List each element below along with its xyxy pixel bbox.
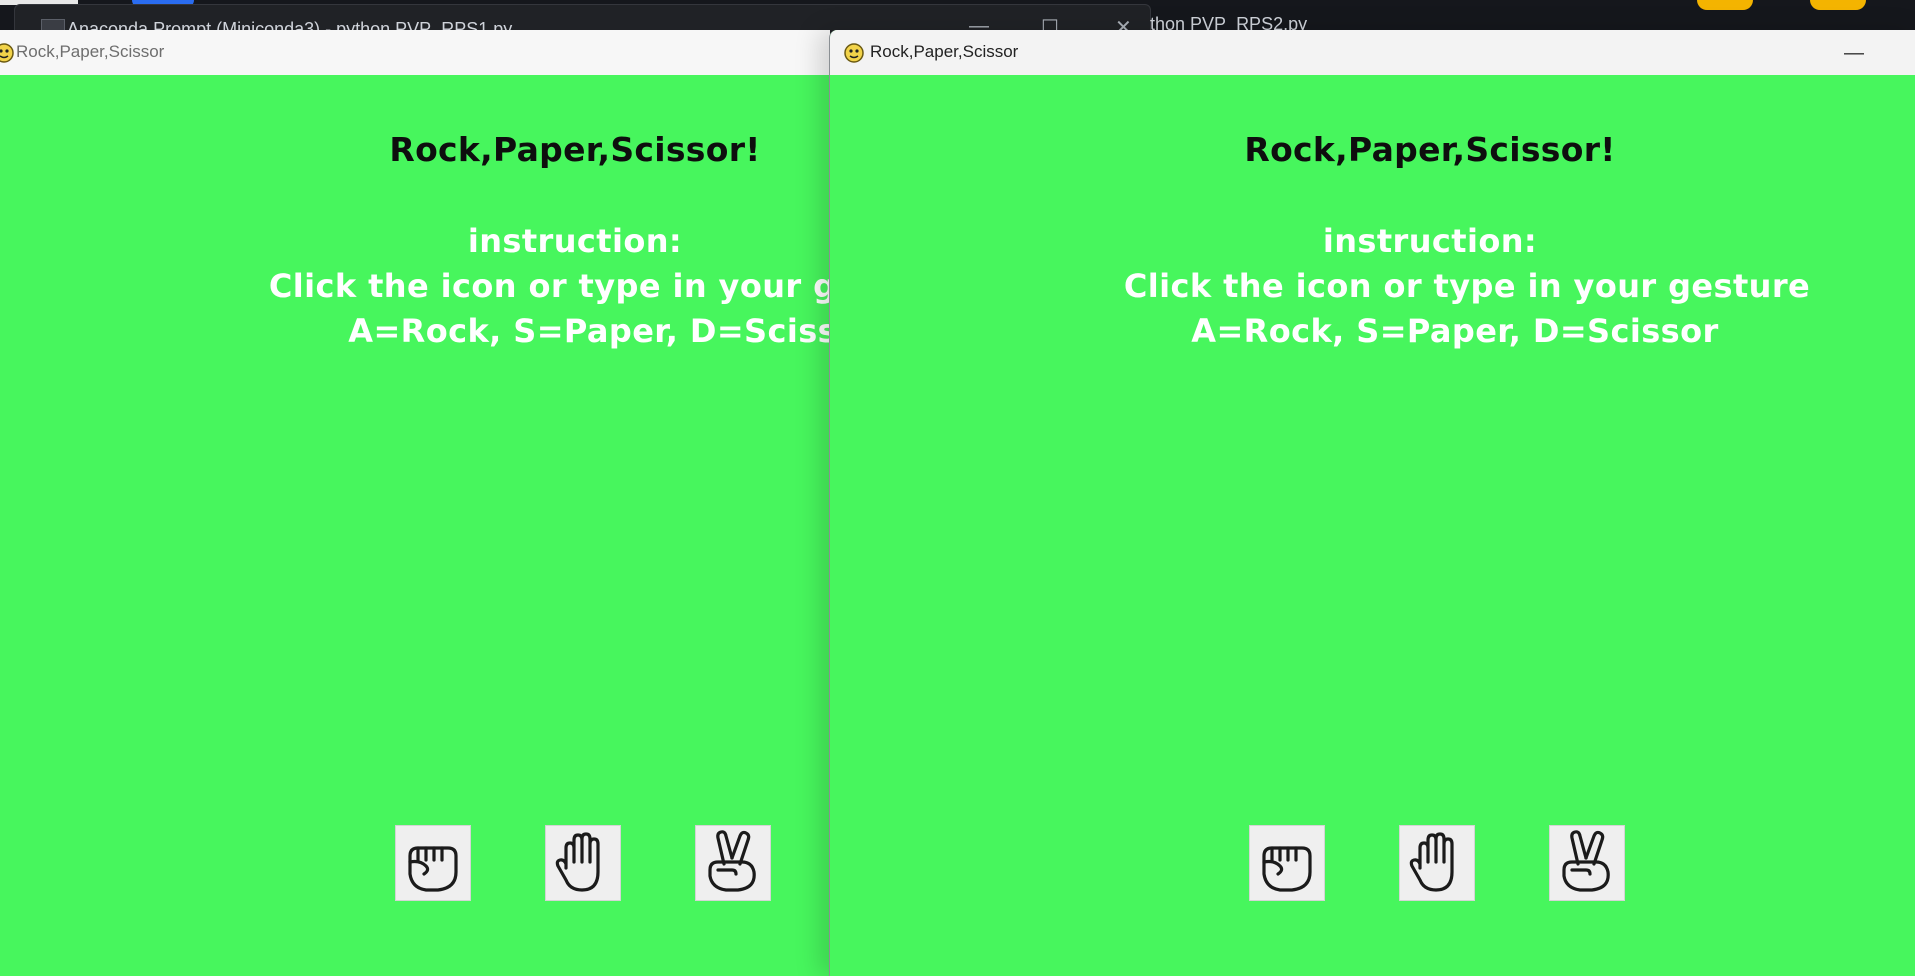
game-window-player1[interactable]: Rock,Paper,Scissor Rock,Paper,Scissor! i… [0,30,830,976]
window-title: Rock,Paper,Scissor [16,42,165,61]
rock-icon [408,846,458,892]
scissor-button[interactable] [1549,825,1625,901]
rock-button[interactable] [395,825,471,901]
window-title: Rock,Paper,Scissor [870,42,1019,61]
instruction-label: instruction: [1322,222,1538,260]
scissor-icon [1562,830,1610,892]
instruction-line-2: A=Rock, S=Paper, D=Scissor [1191,312,1719,350]
folder-icon [1697,0,1753,10]
rock-button[interactable] [1249,825,1325,901]
scissor-button[interactable] [695,825,771,901]
minimize-button[interactable]: — [1834,38,1874,68]
paper-button[interactable] [545,825,621,901]
instruction-label: instruction: [467,222,683,260]
game-window-player2[interactable]: Rock,Paper,Scissor — Rock,Paper,Scissor!… [829,30,1915,976]
folder-icon [1810,0,1866,10]
instruction-line-1: Click the icon or type in your gesture [268,267,830,305]
paper-icon [1409,832,1454,892]
window-titlebar[interactable]: Rock,Paper,Scissor [0,30,830,75]
python-snake-icon [844,43,864,63]
window-titlebar[interactable]: Rock,Paper,Scissor — [830,30,1915,75]
game-title: Rock,Paper,Scissor! [1244,130,1616,169]
paper-button[interactable] [1399,825,1475,901]
rock-icon [1262,846,1312,892]
game-title: Rock,Paper,Scissor! [389,130,761,169]
instruction-line-2: A=Rock, S=Paper, D=Scissor [348,312,830,350]
python-snake-icon [0,43,14,63]
instruction-line-1: Click the icon or type in your gesture [1123,267,1811,305]
paper-icon [555,832,600,892]
scissor-icon [708,830,756,892]
